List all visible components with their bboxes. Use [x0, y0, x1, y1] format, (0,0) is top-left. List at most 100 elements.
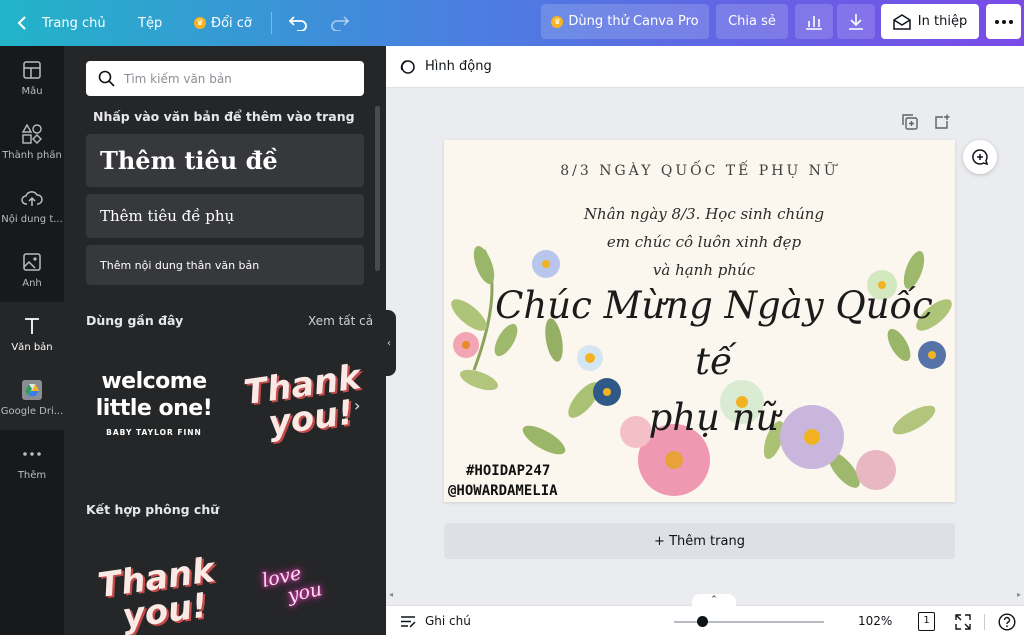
search-box[interactable]: [86, 61, 364, 96]
preview-text: little one!: [95, 396, 213, 421]
home-button[interactable]: Trang chủ: [16, 0, 106, 46]
font-combo-love-you[interactable]: love you: [260, 561, 324, 612]
design-headline[interactable]: Chúc Mừng Ngày Quốc tế phụ nữ: [484, 278, 944, 446]
more-options-button[interactable]: [986, 4, 1021, 39]
templates-icon: [21, 59, 43, 81]
file-label: Tệp: [138, 15, 163, 31]
download-button[interactable]: [837, 4, 875, 39]
more-dots-icon: [994, 19, 1013, 24]
scroll-left-icon[interactable]: ◂: [389, 590, 393, 599]
text-panel: Nhấp vào văn bản để thêm vào trang Thêm …: [64, 46, 386, 635]
undo-icon: [288, 16, 307, 31]
download-icon: [849, 13, 863, 30]
add-page-button[interactable]: + Thêm trang: [444, 523, 955, 559]
home-label: Trang chủ: [42, 15, 106, 31]
duplicate-page-icon[interactable]: [902, 114, 918, 130]
cloud-upload-icon: [21, 187, 43, 209]
design-message[interactable]: Nhân ngày 8/3. Học sinh chúng em chúc cô…: [534, 200, 874, 284]
left-rail: Mẫu Thành phần Nội dung t... Ảnh Văn bản…: [0, 46, 64, 635]
chevron-left-icon: [17, 16, 26, 30]
panel-scrollbar[interactable]: [375, 106, 380, 271]
preview-text: welcome: [101, 369, 207, 394]
font-combo-thank-you[interactable]: Thank you!: [95, 550, 221, 635]
message-line: em chúc cô luôn xinh đẹp: [606, 233, 802, 251]
search-icon: [98, 70, 115, 87]
zoom-level[interactable]: 102%: [858, 614, 892, 628]
add-body-text-button[interactable]: Thêm nội dung thân văn bản: [86, 245, 364, 285]
envelope-icon: [893, 13, 911, 30]
resize-button[interactable]: ♛ Đổi cỡ: [194, 0, 252, 46]
scroll-right-icon[interactable]: ▸: [1017, 590, 1021, 599]
add-subheading-button[interactable]: Thêm tiêu đề phụ: [86, 194, 364, 238]
try-pro-label: Dùng thử Canva Pro: [568, 14, 699, 29]
animate-button[interactable]: Hình động: [425, 59, 492, 74]
notes-icon: [401, 616, 416, 628]
rail-item-photos[interactable]: Ảnh: [0, 238, 64, 302]
insights-button[interactable]: [795, 4, 833, 39]
rail-item-google-drive[interactable]: Google Dri...: [0, 366, 64, 430]
comment-plus-icon: [972, 149, 989, 166]
print-label: In thiệp: [917, 14, 968, 29]
try-pro-button[interactable]: ♛ Dùng thử Canva Pro: [541, 4, 709, 39]
animate-icon: [400, 60, 415, 74]
headline-line: Chúc Mừng Ngày Quốc tế: [495, 284, 933, 383]
rail-label: Mẫu: [21, 86, 43, 97]
crown-icon: ♛: [551, 15, 564, 28]
file-menu[interactable]: Tệp: [138, 0, 162, 46]
notes-button[interactable]: Ghi chú: [425, 614, 471, 628]
share-label: Chia sẻ: [728, 14, 776, 29]
zoom-slider-handle[interactable]: [697, 616, 708, 627]
share-button[interactable]: Chia sẻ: [716, 4, 788, 39]
see-all-link[interactable]: Xem tất cả: [308, 314, 373, 328]
page-count-button[interactable]: 1: [918, 612, 935, 631]
headline-line: phụ nữ: [648, 396, 780, 439]
panel-hint: Nhấp vào văn bản để thêm vào trang: [93, 109, 355, 124]
add-heading-button[interactable]: Thêm tiêu đề: [86, 134, 364, 187]
add-comment-button[interactable]: [963, 140, 997, 174]
rail-item-more[interactable]: Thêm: [0, 430, 64, 494]
expand-pages-icon[interactable]: ⌃: [692, 594, 736, 606]
bottom-bar: ⌃ Ghi chú 102% 1: [386, 594, 1024, 635]
search-input[interactable]: [124, 71, 344, 86]
crown-icon: ♛: [194, 17, 206, 29]
combos-section-title: Kết hợp phông chữ: [86, 502, 220, 517]
rail-label: Thành phần: [2, 150, 62, 161]
more-dots-icon: [21, 443, 43, 465]
fullscreen-icon[interactable]: [955, 614, 971, 630]
google-drive-icon: [21, 379, 43, 401]
collapse-panel-button[interactable]: ‹: [382, 310, 396, 376]
redo-icon: [331, 16, 350, 31]
rail-item-uploads[interactable]: Nội dung t...: [0, 174, 64, 238]
rail-label: Nội dung t...: [1, 214, 63, 225]
resize-label: Đổi cỡ: [211, 15, 252, 31]
design-title[interactable]: 8/3 NGÀY QUỐC TẾ PHỤ NỮ: [444, 163, 955, 179]
recent-section-title: Dùng gần đây: [86, 313, 184, 328]
design-hashtag[interactable]: #HOIDAP247: [466, 463, 550, 479]
design-canvas[interactable]: 8/3 NGÀY QUỐC TẾ PHỤ NỮ Nhân ngày 8/3. H…: [444, 140, 955, 502]
font-preview-thank-you[interactable]: Thank you!: [241, 357, 367, 444]
preview-text: you: [285, 578, 324, 607]
rail-label: Văn bản: [11, 342, 53, 353]
design-handle[interactable]: @HOWARDAMELIA: [448, 483, 558, 499]
undo-button[interactable]: [288, 0, 308, 46]
rail-item-elements[interactable]: Thành phần: [0, 110, 64, 174]
rail-label: Ảnh: [22, 278, 42, 289]
print-card-button[interactable]: In thiệp: [881, 4, 979, 39]
carousel-next-icon[interactable]: ›: [354, 396, 360, 415]
help-icon[interactable]: [998, 613, 1016, 631]
rail-item-templates[interactable]: Mẫu: [0, 46, 64, 110]
preview-text: BABY TAYLOR FINN: [106, 428, 202, 437]
image-icon: [21, 251, 43, 273]
top-bar: Trang chủ Tệp ♛ Đổi cỡ ♛ Dùng thử Canva …: [0, 0, 1024, 46]
bar-chart-icon: [806, 15, 822, 30]
redo-button[interactable]: [330, 0, 350, 46]
elements-icon: [21, 123, 43, 145]
text-icon: [21, 315, 43, 337]
message-line: Nhân ngày 8/3. Học sinh chúng: [583, 205, 825, 223]
divider: [984, 614, 985, 630]
add-page-icon[interactable]: [934, 114, 950, 130]
rail-item-text[interactable]: Văn bản: [0, 302, 64, 366]
rail-label: Thêm: [17, 470, 47, 481]
workspace-toolbar: Hình động: [386, 46, 1024, 88]
font-preview-welcome[interactable]: welcome little one! BABY TAYLOR FINN: [94, 368, 214, 437]
